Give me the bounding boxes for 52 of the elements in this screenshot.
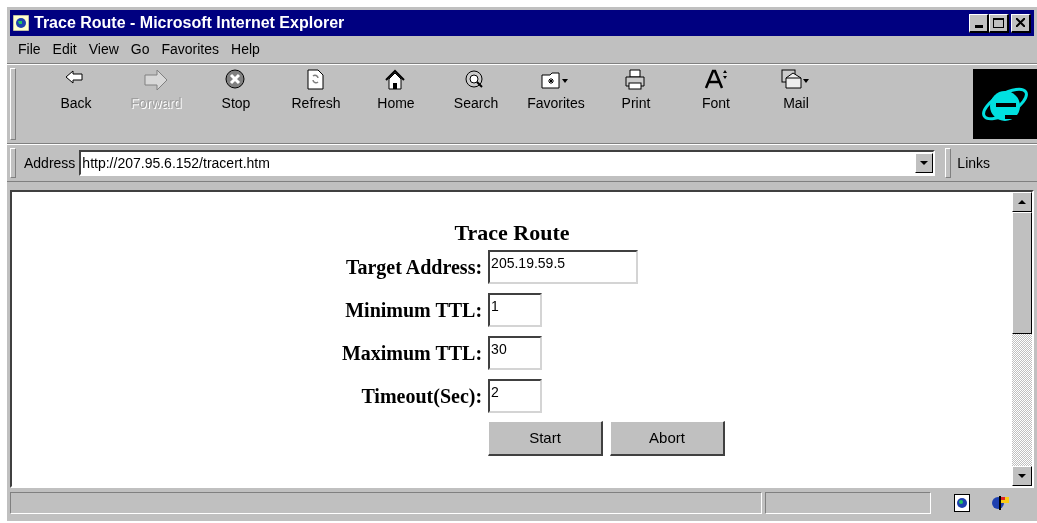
- maximize-button[interactable]: [989, 13, 1009, 33]
- toolbar-button[interactable]: Back: [36, 69, 116, 143]
- field-label: Timeout(Sec):: [360, 384, 483, 408]
- close-icon: [1016, 18, 1025, 27]
- toolbar-button[interactable]: Refresh: [276, 69, 356, 143]
- toolbar-button[interactable]: Mail: [756, 69, 836, 143]
- input-field[interactable]: 2: [488, 379, 543, 413]
- down-arrow-icon: [1018, 474, 1026, 478]
- menu-item[interactable]: Help: [226, 38, 265, 61]
- input-field[interactable]: 1: [488, 293, 543, 327]
- globe-icon: [13, 15, 29, 31]
- toolbar-button[interactable]: Home: [356, 69, 436, 143]
- input-field[interactable]: 205.19.59.5: [488, 250, 639, 284]
- form-button[interactable]: Abort: [610, 421, 725, 456]
- page-icon: [954, 494, 970, 512]
- toolbar-button[interactable]: Font: [676, 69, 756, 143]
- links-label[interactable]: Links: [957, 152, 991, 174]
- minimize-icon: [974, 24, 983, 28]
- page-heading: Trace Route: [454, 220, 570, 246]
- scroll-thumb[interactable]: [1012, 212, 1032, 334]
- address-label: Address: [24, 153, 76, 173]
- stop-icon: [224, 69, 248, 91]
- scroll-down-button[interactable]: [1012, 466, 1032, 486]
- font-icon: [704, 69, 728, 91]
- menu-item[interactable]: View: [83, 38, 124, 61]
- field-label: Target Address:: [344, 255, 483, 279]
- menu-item[interactable]: Edit: [47, 38, 82, 61]
- globe-flag-icon: [991, 495, 1011, 511]
- minimize-button[interactable]: [969, 13, 989, 33]
- scroll-up-button[interactable]: [1012, 192, 1032, 212]
- vertical-scrollbar[interactable]: [1012, 192, 1032, 486]
- dropdown-button[interactable]: [915, 153, 934, 173]
- toolbar-button[interactable]: Search: [436, 69, 516, 143]
- toolbar-button[interactable]: Favorites: [516, 69, 596, 143]
- toolbar-button[interactable]: Stop: [196, 69, 276, 143]
- up-arrow-icon: [1018, 200, 1026, 204]
- window-title: Trace Route - Microsoft Internet Explorer: [34, 13, 346, 33]
- maximize-icon: [993, 17, 1004, 28]
- close-button[interactable]: [1011, 13, 1031, 33]
- caret-icon: [920, 161, 929, 165]
- forward-icon: [144, 69, 168, 91]
- toolbar-button[interactable]: Print: [596, 69, 676, 143]
- form-button[interactable]: Start: [488, 421, 603, 456]
- address-field[interactable]: http://207.95.6.152/tracert.htm: [79, 150, 936, 176]
- field-label: Minimum TTL:: [344, 298, 483, 322]
- menu-item[interactable]: Favorites: [156, 38, 225, 61]
- field-label: Maximum TTL:: [341, 341, 483, 365]
- input-field[interactable]: 30: [488, 336, 543, 370]
- menu-item[interactable]: File: [13, 38, 46, 61]
- mail-icon: [781, 69, 811, 91]
- menu-item[interactable]: Go: [125, 38, 155, 61]
- print-icon: [624, 69, 648, 91]
